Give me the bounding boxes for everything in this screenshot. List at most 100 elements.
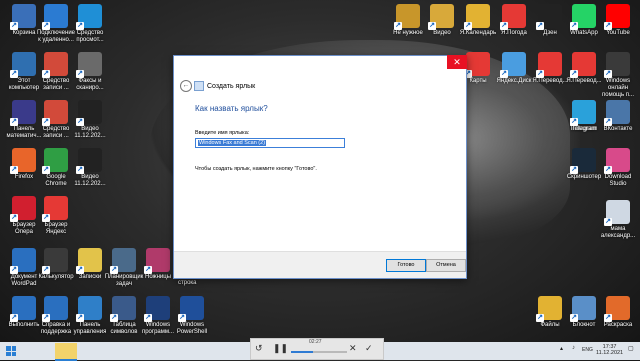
recycle-bin-icon [10, 4, 36, 30]
monitor-icon [604, 52, 630, 78]
desktop-icon[interactable]: Раскраска [598, 296, 638, 329]
media-time: 02:27 [309, 339, 322, 345]
desktop-icon[interactable]: Факсы и сканиро... [70, 52, 110, 92]
desktop-icon[interactable]: Windows онлайн помощь п... [598, 52, 638, 99]
desktop-icon[interactable]: Видео 11.12.202... [70, 148, 110, 188]
network-icon[interactable]: ▴ [560, 345, 563, 352]
desktop-icon-label: Windows онлайн помощь п... [601, 78, 635, 98]
folder-icon [428, 4, 454, 30]
notes-icon [76, 248, 102, 274]
desktop-icon[interactable]: YouTube [598, 4, 638, 37]
desktop-icon-label: Видео [433, 30, 451, 36]
windows-icon [144, 296, 170, 322]
viewer-icon [76, 4, 102, 30]
zen-icon [536, 4, 562, 30]
desktop-icon[interactable]: Браузер Яндекс [36, 196, 76, 236]
desktop-icon[interactable]: мама александр... [598, 200, 638, 240]
translate-icon [536, 52, 562, 78]
media-control-bar: ↺ ❚❚ 02:27 ✕ ✓ [250, 338, 384, 360]
rewind-icon[interactable]: ↺ [255, 343, 263, 354]
desktop-icon-label: мама александр... [600, 226, 636, 239]
shortcut-name-value: Windows Fax and Scan (2) [198, 140, 267, 146]
desktop-icon[interactable]: Telegram [564, 100, 604, 133]
wordpad-icon [10, 248, 36, 274]
video-icon [76, 100, 102, 126]
translate-icon [570, 52, 596, 78]
run-icon [10, 296, 36, 322]
recorder-icon [42, 100, 68, 126]
whatsapp-icon [570, 4, 596, 30]
youtube-icon [604, 4, 630, 30]
clock[interactable]: 17:37 11.12.2021 [596, 344, 623, 356]
desktop-icon-label: Telegram [571, 126, 597, 132]
desktop-icon[interactable]: Download Studio [598, 148, 638, 188]
desktop-icon[interactable]: Яндекс.Диск [494, 52, 534, 85]
remote-desktop-icon [42, 4, 68, 30]
close-icon[interactable]: ✕ [349, 343, 357, 354]
desktop-icon[interactable]: Я.Календарь [458, 4, 498, 37]
desktop-icon-label: ВКонтакте [603, 126, 633, 132]
desktop-icon-label: Видео 11.12.202... [74, 174, 106, 187]
desktop-icon-label: Я.Погода [501, 30, 527, 36]
desktop-icon-label: Ножницы [144, 274, 172, 280]
disk-icon [500, 52, 526, 78]
finish-button[interactable]: Готово [386, 259, 426, 272]
charmap-icon [110, 296, 136, 322]
desktop-icon-label: Видео 11.12.202... [74, 126, 106, 139]
confirm-icon[interactable]: ✓ [365, 343, 373, 354]
desktop-icon[interactable]: Windows PowerShell [172, 296, 212, 336]
stray-label: строка [178, 280, 197, 286]
yandex-browser-icon [42, 196, 68, 222]
cancel-button[interactable]: Отмена [426, 259, 466, 272]
vk-icon [604, 100, 630, 126]
help-icon [42, 296, 68, 322]
desktop-icon-label: Раскраска [603, 322, 633, 328]
desktop-icon[interactable]: ВКонтакте [598, 100, 638, 133]
files-icon [536, 296, 562, 322]
dialog-footer: Готово Отмена [174, 251, 466, 278]
shortcut-name-input[interactable]: Windows Fax and Scan (2) [195, 138, 345, 148]
desktop-icon-label: Яндекс.Диск [496, 78, 532, 84]
desktop-icon-label: Download Studio [604, 174, 632, 187]
notifications-icon[interactable]: ▢ [628, 345, 634, 352]
media-progress[interactable] [291, 351, 347, 353]
chrome-icon [42, 148, 68, 174]
opera-icon [10, 196, 36, 222]
telegram-icon [570, 100, 596, 126]
folder-icon [394, 4, 420, 30]
scissors-icon [144, 248, 170, 274]
desktop-icon[interactable]: Ножницы [138, 248, 178, 281]
fax-icon [76, 52, 102, 78]
close-button[interactable]: ✕ [447, 55, 467, 69]
notepad-icon [570, 296, 596, 322]
desktop-icon[interactable]: Видео [422, 4, 462, 37]
paint-icon [604, 296, 630, 322]
start-button[interactable] [6, 346, 16, 356]
maps-icon [464, 52, 490, 78]
math-panel-icon [10, 100, 36, 126]
dialog-hint: Чтобы создать ярлык, нажмите кнопку "Гот… [195, 166, 317, 172]
scheduler-icon [110, 248, 136, 274]
recorder-icon [42, 52, 68, 78]
desktop-icon[interactable]: Видео 11.12.202... [70, 100, 110, 140]
download-studio-icon [604, 148, 630, 174]
dialog-heading: Как назвать ярлык? [195, 104, 268, 113]
weather-icon [500, 4, 526, 30]
desktop-icon[interactable]: Средство просмот... [70, 4, 110, 44]
desktop-icon-label: Факсы и сканиро... [76, 78, 104, 91]
language-indicator[interactable]: ENG [582, 347, 593, 353]
file-explorer-taskbar-icon[interactable] [55, 343, 77, 361]
volume-icon[interactable]: ♪ [572, 345, 575, 351]
video-icon [76, 148, 102, 174]
back-arrow-icon[interactable]: ← [180, 80, 192, 92]
dialog-title-row: Создать ярлык [194, 81, 255, 91]
firefox-icon [10, 148, 36, 174]
dialog-title: Создать ярлык [207, 82, 256, 90]
powershell-icon [178, 296, 204, 322]
computer-icon [10, 52, 36, 78]
desktop-icon-label: YouTube [606, 30, 630, 36]
create-shortcut-dialog: ✕ ← Создать ярлык Как назвать ярлык? Вве… [173, 55, 467, 279]
desktop-icon-label: Windows PowerShell [176, 322, 208, 335]
pause-icon[interactable]: ❚❚ [273, 343, 288, 354]
desktop-icon[interactable]: Я.Погода [494, 4, 534, 37]
